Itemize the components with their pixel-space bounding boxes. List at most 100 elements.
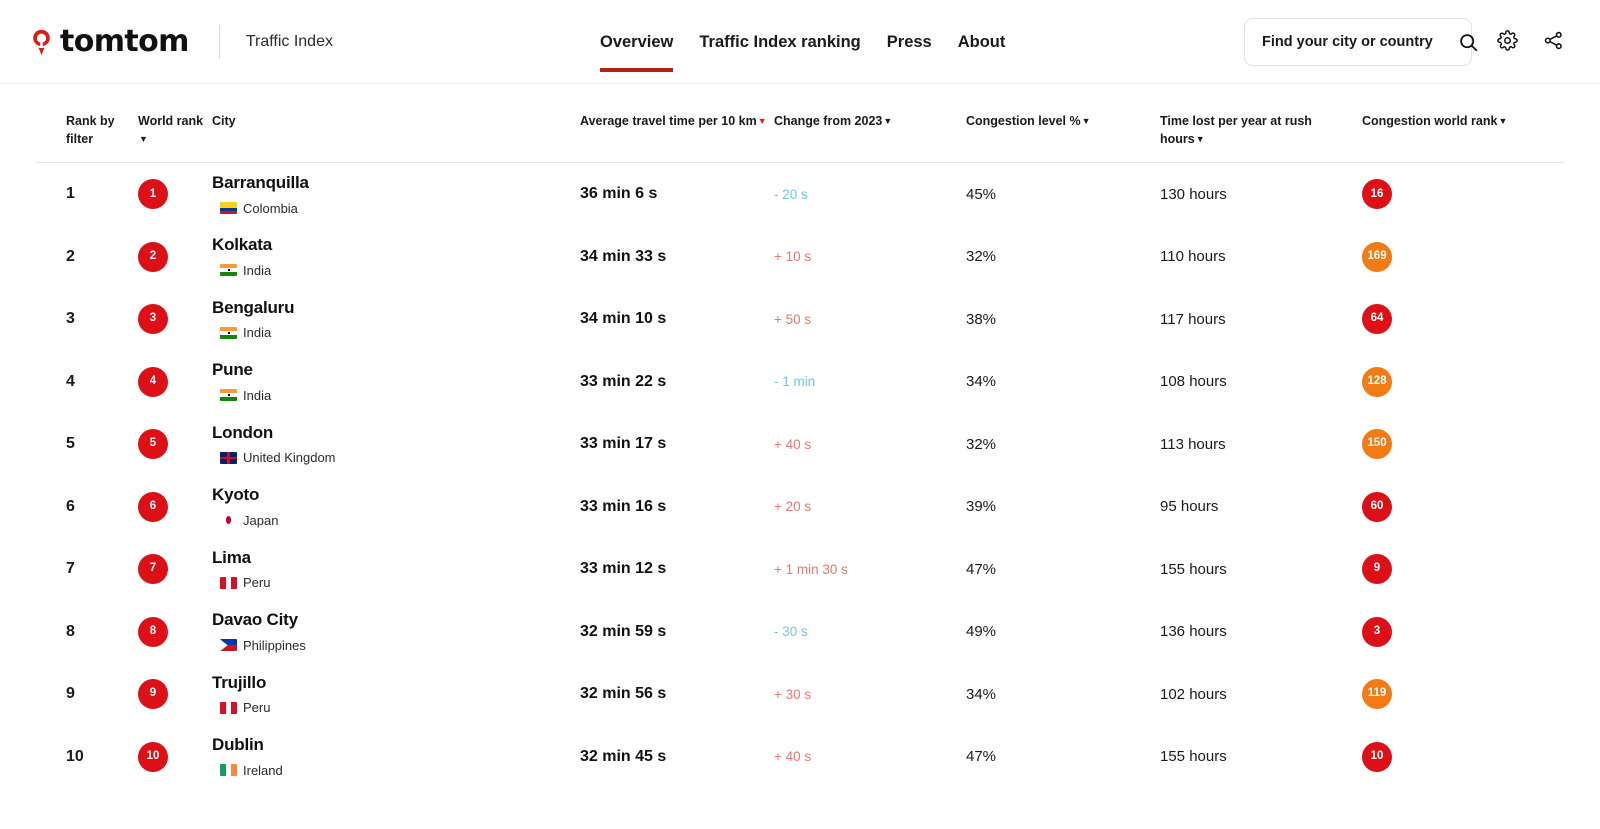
- column-header-congestion-world-rank[interactable]: Congestion world rank ▼: [1350, 84, 1564, 163]
- change-value: + 40 s: [774, 437, 811, 452]
- change-value: - 30 s: [774, 624, 808, 639]
- change-value: + 20 s: [774, 499, 811, 514]
- country-name: India: [243, 325, 271, 340]
- cell-city[interactable]: BarranquillaColombia: [212, 163, 580, 226]
- cell-time-lost: 113 hours: [1160, 413, 1350, 476]
- nav-item-traffic-index-ranking[interactable]: Traffic Index ranking: [686, 0, 873, 84]
- cell-rank-by-filter: 5: [36, 413, 124, 476]
- cell-world-rank: 5: [124, 413, 212, 476]
- main-navigation: Overview Traffic Index ranking Press About: [600, 0, 1018, 84]
- column-header-world-rank[interactable]: World rank ▼: [124, 84, 212, 163]
- column-header-label: City: [212, 114, 236, 128]
- site-header: tomtom Traffic Index OverviewTraffic Ind…: [0, 0, 1600, 84]
- column-header-change-from-2023[interactable]: Change from 2023 ▼: [774, 84, 966, 163]
- sort-caret-icon[interactable]: ▼: [883, 117, 892, 126]
- cell-rank-by-filter: 3: [36, 288, 124, 351]
- congestion-world-rank-badge: 128: [1362, 367, 1392, 397]
- search-box[interactable]: [1244, 18, 1472, 66]
- cell-average-travel-time: 33 min 12 s: [580, 538, 774, 601]
- country-name: Ireland: [243, 763, 283, 778]
- column-header-avg-travel-time[interactable]: Average travel time per 10 km ▼: [580, 84, 774, 163]
- table-row[interactable]: 66KyotoJapan33 min 16 s+ 20 s39%95 hours…: [36, 475, 1564, 538]
- nav-item-label: Overview: [600, 33, 673, 52]
- flag-icon-jp: [220, 514, 237, 526]
- cell-congestion-world-rank: 119: [1350, 663, 1564, 726]
- nav-item-label: Press: [887, 33, 932, 52]
- world-rank-badge: 8: [138, 617, 168, 647]
- cell-rank-by-filter: 6: [36, 475, 124, 538]
- table-row[interactable]: 11BarranquillaColombia36 min 6 s- 20 s45…: [36, 163, 1564, 226]
- cell-time-lost: 102 hours: [1160, 663, 1350, 726]
- settings-button[interactable]: [1484, 19, 1530, 65]
- column-header-time-lost[interactable]: Time lost per year at rush hours ▼: [1160, 84, 1350, 163]
- cell-time-lost: 155 hours: [1160, 538, 1350, 601]
- cell-world-rank: 6: [124, 475, 212, 538]
- cell-congestion-level: 47%: [966, 725, 1160, 788]
- sort-caret-icon[interactable]: ▼: [758, 117, 767, 126]
- nav-item-overview[interactable]: Overview: [600, 0, 686, 84]
- table-row[interactable]: 55LondonUnited Kingdom33 min 17 s+ 40 s3…: [36, 413, 1564, 476]
- flag-icon-in: [220, 264, 237, 276]
- sort-caret-icon[interactable]: ▼: [1498, 117, 1507, 126]
- cell-city[interactable]: LimaPeru: [212, 538, 580, 601]
- sort-caret-icon[interactable]: ▼: [1082, 117, 1091, 126]
- column-header-label: Time lost per year at rush hours: [1160, 114, 1312, 146]
- cell-congestion-world-rank: 64: [1350, 288, 1564, 351]
- cell-rank-by-filter: 1: [36, 163, 124, 226]
- country-line: India: [212, 325, 580, 340]
- cell-city[interactable]: KolkataIndia: [212, 225, 580, 288]
- table-row[interactable]: 44PuneIndia33 min 22 s- 1 min34%108 hour…: [36, 350, 1564, 413]
- nav-item-label: About: [958, 33, 1006, 52]
- sort-caret-icon[interactable]: ▼: [139, 135, 148, 144]
- cell-city[interactable]: Bengaluru India: [212, 288, 580, 351]
- world-rank-badge: 6: [138, 492, 168, 522]
- cell-congestion-world-rank: 128: [1350, 350, 1564, 413]
- traffic-index-table: Rank by filterWorld rank ▼CityAverage tr…: [36, 84, 1564, 788]
- table-row[interactable]: 1010DublinIreland32 min 45 s+ 40 s47%155…: [36, 725, 1564, 788]
- city-name: Davao City: [212, 610, 580, 630]
- cell-city[interactable]: LondonUnited Kingdom: [212, 413, 580, 476]
- cell-average-travel-time: 32 min 59 s: [580, 600, 774, 663]
- cell-city[interactable]: Dublin Ireland: [212, 725, 580, 788]
- country-line: Philippines: [212, 638, 580, 653]
- flag-icon-pe: [220, 577, 237, 589]
- cell-city[interactable]: Kyoto Japan: [212, 475, 580, 538]
- cell-change-from-2023: - 1 min: [774, 350, 966, 413]
- cell-city[interactable]: Davao City Philippines: [212, 600, 580, 663]
- world-rank-badge: 9: [138, 679, 168, 709]
- congestion-world-rank-badge: 150: [1362, 429, 1392, 459]
- cell-change-from-2023: + 20 s: [774, 475, 966, 538]
- cell-city[interactable]: PuneIndia: [212, 350, 580, 413]
- country-name: Philippines: [243, 638, 306, 653]
- cell-congestion-level: 49%: [966, 600, 1160, 663]
- column-header-congestion-level[interactable]: Congestion level % ▼: [966, 84, 1160, 163]
- cell-congestion-world-rank: 16: [1350, 163, 1564, 226]
- search-icon[interactable]: [1459, 33, 1478, 52]
- cell-congestion-world-rank: 60: [1350, 475, 1564, 538]
- country-name: United Kingdom: [243, 450, 336, 465]
- country-line: Japan: [212, 513, 580, 528]
- share-button[interactable]: [1530, 19, 1576, 65]
- tomtom-logo[interactable]: tomtom: [32, 0, 189, 84]
- search-input[interactable]: [1262, 34, 1459, 50]
- city-name: Bengaluru: [212, 298, 580, 318]
- cell-change-from-2023: + 30 s: [774, 663, 966, 726]
- table-row[interactable]: 77LimaPeru33 min 12 s+ 1 min 30 s47%155 …: [36, 538, 1564, 601]
- table-row[interactable]: 88Davao CityPhilippines32 min 59 s- 30 s…: [36, 600, 1564, 663]
- city-name: Barranquilla: [212, 173, 580, 193]
- world-rank-badge: 3: [138, 304, 168, 334]
- cell-time-lost: 136 hours: [1160, 600, 1350, 663]
- nav-item-press[interactable]: Press: [874, 0, 945, 84]
- city-name: Kyoto: [212, 485, 580, 505]
- table-row[interactable]: 99TrujilloPeru32 min 56 s+ 30 s34%102 ho…: [36, 663, 1564, 726]
- cell-average-travel-time: 34 min 10 s: [580, 288, 774, 351]
- city-name: Dublin: [212, 735, 580, 755]
- nav-item-about[interactable]: About: [945, 0, 1019, 84]
- country-line: Ireland: [212, 763, 580, 778]
- table-row[interactable]: 22KolkataIndia34 min 33 s+ 10 s32%110 ho…: [36, 225, 1564, 288]
- sort-caret-icon[interactable]: ▼: [1196, 135, 1205, 144]
- cell-city[interactable]: TrujilloPeru: [212, 663, 580, 726]
- table-row[interactable]: 33BengaluruIndia34 min 10 s+ 50 s38%117 …: [36, 288, 1564, 351]
- column-header-label: Average travel time per 10 km: [580, 114, 757, 128]
- cell-world-rank: 1: [124, 163, 212, 226]
